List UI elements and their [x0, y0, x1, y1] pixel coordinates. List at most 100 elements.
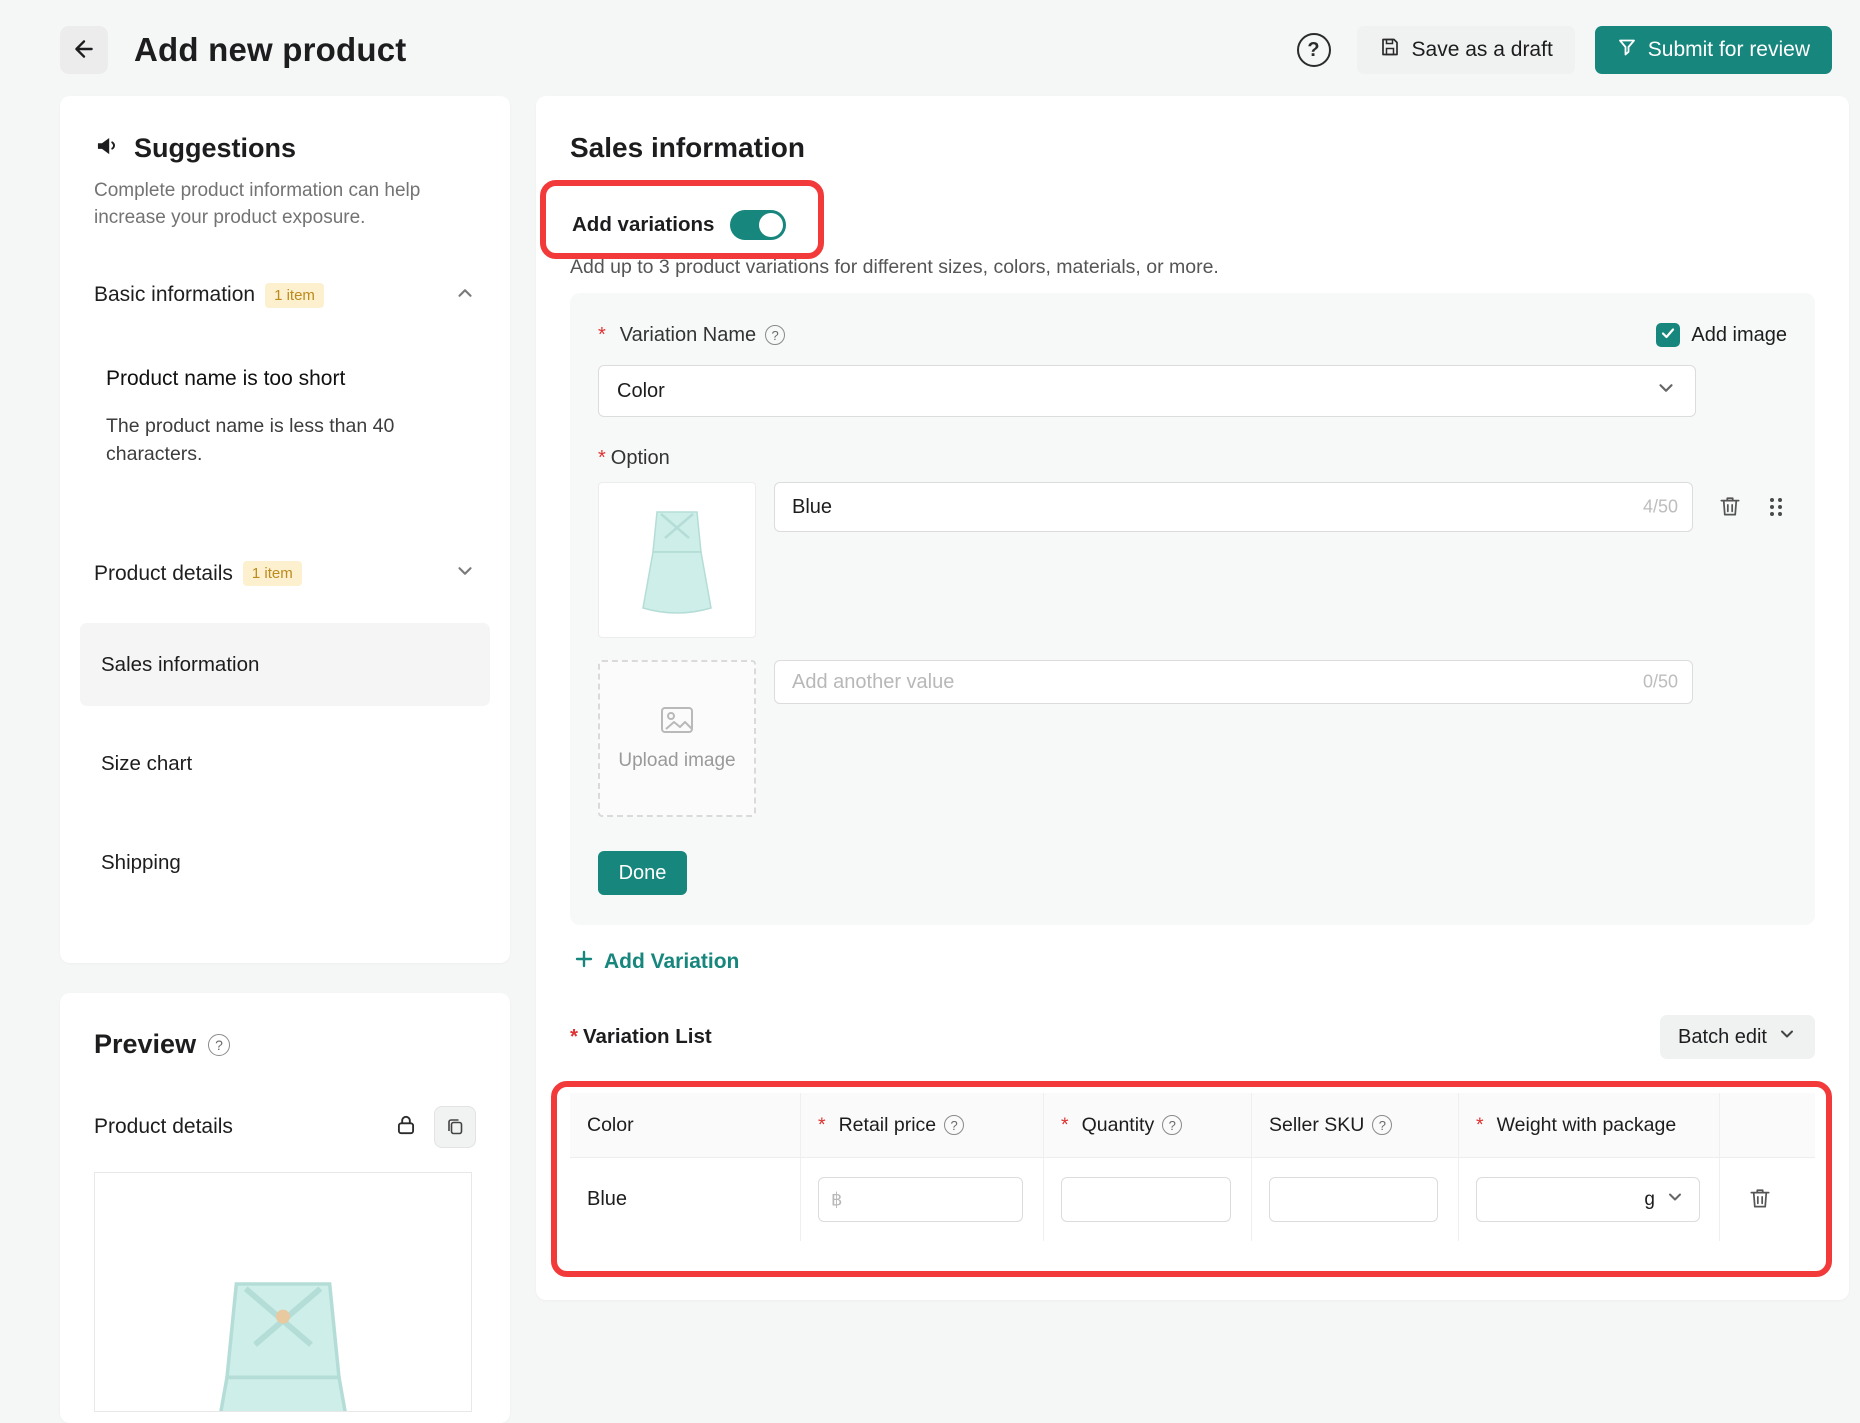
funnel-icon: [1617, 37, 1637, 63]
help-icon[interactable]: ?: [1372, 1115, 1392, 1135]
sales-information-panel: Sales information Add variations Add up …: [536, 96, 1849, 1300]
chevron-up-icon[interactable]: [454, 282, 476, 309]
variation-list-label: Variation List: [570, 1025, 712, 1049]
chevron-down-icon: [1655, 377, 1677, 405]
variation-table-header: Color Retail price ? Quantity ? Seller S: [570, 1093, 1815, 1158]
basic-information-label: Basic information: [94, 283, 255, 307]
variation-name-label: Variation Name ?: [598, 324, 785, 347]
seller-sku-input[interactable]: [1269, 1177, 1438, 1222]
col-weight-text: Weight with package: [1497, 1114, 1677, 1137]
product-details-label: Product details: [94, 562, 233, 586]
submit-review-label: Submit for review: [1648, 38, 1810, 62]
option-label-text: Option: [611, 447, 670, 469]
sidebar-item-shipping[interactable]: Shipping: [80, 821, 490, 904]
batch-edit-button[interactable]: Batch edit: [1660, 1015, 1815, 1059]
basic-information-badge: 1 item: [265, 283, 324, 308]
new-option-input[interactable]: [774, 660, 1693, 704]
variation-list-text: Variation List: [583, 1025, 712, 1049]
quantity-input[interactable]: [1061, 1177, 1231, 1222]
col-color: Color: [587, 1114, 634, 1137]
check-icon: [1660, 324, 1676, 347]
drag-handle-icon[interactable]: [1765, 495, 1787, 519]
add-image-checkbox[interactable]: [1656, 323, 1680, 347]
col-seller-sku-text: Seller SKU: [1269, 1114, 1364, 1137]
variation-name-text: Variation Name: [620, 324, 756, 347]
variations-helper-text: Add up to 3 product variations for diffe…: [570, 256, 1815, 279]
row-color-value: Blue: [587, 1188, 627, 1211]
issue-title: Product name is too short: [94, 367, 476, 391]
save-draft-button[interactable]: Save as a draft: [1357, 26, 1575, 74]
image-icon: [660, 706, 694, 740]
delete-row-button[interactable]: [1747, 1185, 1773, 1214]
variation-name-value: Color: [617, 380, 665, 403]
chevron-down-icon: [1777, 1024, 1797, 1050]
col-seller-sku: Seller SKU ?: [1269, 1114, 1392, 1137]
help-icon[interactable]: ?: [1162, 1115, 1182, 1135]
back-button[interactable]: [60, 26, 108, 74]
col-weight: Weight with package: [1476, 1114, 1676, 1137]
help-button[interactable]: ?: [1291, 27, 1337, 73]
lock-icon: [394, 1113, 418, 1142]
sidebar-item-label: Size chart: [101, 752, 192, 776]
add-variation-label: Add Variation: [604, 950, 739, 974]
delete-option-button[interactable]: [1717, 493, 1743, 522]
issue-detail: The product name is less than 40 charact…: [94, 413, 476, 468]
plus-icon: [574, 949, 594, 975]
variation-name-select[interactable]: Color: [598, 365, 1696, 417]
suggestions-title: Suggestions: [134, 133, 296, 164]
preview-card: Preview ? Product details: [60, 993, 510, 1423]
sidebar-item-label: Sales information: [101, 653, 259, 677]
arrow-left-icon: [71, 36, 97, 65]
suggestions-nav: Sales information Size chart Shipping: [94, 623, 476, 904]
trash-icon: [1747, 1185, 1773, 1214]
currency-symbol: ฿: [831, 1189, 842, 1210]
char-counter: 4/50: [1643, 497, 1678, 518]
help-icon: ?: [1297, 33, 1331, 67]
preview-product-image: [94, 1172, 472, 1412]
help-icon[interactable]: ?: [944, 1115, 964, 1135]
submit-review-button[interactable]: Submit for review: [1595, 26, 1832, 74]
upload-image-label: Upload image: [618, 750, 735, 772]
copy-icon: [445, 1116, 465, 1139]
trash-icon: [1717, 493, 1743, 522]
preview-title: Preview: [94, 1029, 196, 1060]
sidebar-item-size-chart[interactable]: Size chart: [80, 722, 490, 805]
page-header: Add new product ? Save as a draft Submit…: [0, 0, 1860, 96]
section-product-details[interactable]: Product details 1 item: [94, 560, 476, 587]
chevron-down-icon: [1665, 1187, 1685, 1213]
col-quantity-text: Quantity: [1082, 1114, 1155, 1137]
chevron-down-icon[interactable]: [454, 560, 476, 587]
megaphone-icon: [94, 132, 121, 164]
add-variations-label: Add variations: [572, 213, 714, 237]
add-image-label: Add image: [1691, 324, 1787, 347]
save-icon: [1379, 36, 1401, 64]
option-image-thumbnail[interactable]: [598, 482, 756, 638]
add-variations-toggle[interactable]: [730, 210, 786, 240]
retail-price-input[interactable]: [818, 1177, 1023, 1222]
preview-section-label: Product details: [94, 1115, 233, 1139]
suggestions-card: Suggestions Complete product information…: [60, 96, 510, 963]
col-quantity: Quantity ?: [1061, 1114, 1182, 1137]
weight-unit-value: g: [1644, 1189, 1655, 1211]
done-button[interactable]: Done: [598, 851, 687, 895]
help-icon[interactable]: ?: [765, 325, 785, 345]
option-value-input[interactable]: [774, 482, 1693, 532]
copy-button[interactable]: [434, 1106, 476, 1148]
add-variation-link[interactable]: Add Variation: [570, 949, 1815, 975]
char-counter: 0/50: [1643, 672, 1678, 693]
col-retail-price-text: Retail price: [839, 1114, 937, 1137]
sidebar-item-label: Shipping: [101, 851, 181, 875]
section-basic-information[interactable]: Basic information 1 item: [94, 282, 476, 309]
option-label: Option: [598, 447, 1787, 470]
variation-table: Color Retail price ? Quantity ? Seller S: [570, 1093, 1815, 1241]
batch-edit-label: Batch edit: [1678, 1026, 1767, 1049]
weight-unit-select[interactable]: g: [1476, 1177, 1700, 1222]
section-title: Sales information: [570, 132, 1815, 164]
help-icon[interactable]: ?: [208, 1034, 230, 1056]
sidebar-item-sales-information[interactable]: Sales information: [80, 623, 490, 706]
upload-image-dropzone[interactable]: Upload image: [598, 660, 756, 817]
col-retail-price: Retail price ?: [818, 1114, 964, 1137]
toggle-knob: [759, 213, 783, 237]
page-title: Add new product: [134, 31, 406, 69]
variation-editor-panel: Variation Name ? Add image Color: [570, 293, 1815, 925]
